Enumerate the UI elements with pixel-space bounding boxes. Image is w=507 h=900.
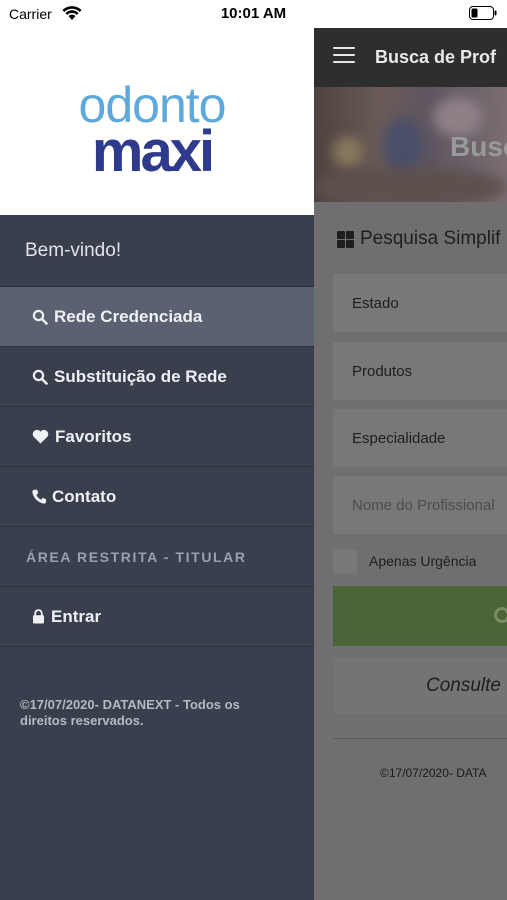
especialidade-select[interactable]: Especialidade: [333, 409, 507, 467]
page-title: Busca de Prof: [375, 47, 497, 67]
urgency-option: Apenas Urgência: [333, 549, 476, 573]
search-icon: [32, 369, 48, 385]
app-bar: Busca de Prof: [313, 26, 507, 87]
logo-area: odonto maxi: [0, 26, 314, 215]
status-bar: Carrier 10:01 AM: [0, 0, 507, 28]
professional-name-input[interactable]: Nome do Profissional: [333, 476, 507, 534]
restricted-area-heading: ÁREA RESTRITA - TITULAR: [0, 527, 314, 587]
search-header-label: Pesquisa Simplif: [360, 228, 501, 249]
nav-item-entrar[interactable]: Entrar: [0, 587, 314, 647]
divider: [333, 738, 507, 739]
heart-icon: [32, 429, 49, 444]
lock-icon: [33, 609, 44, 624]
nav-item-label: Entrar: [51, 606, 102, 626]
main-footer: ©17/07/2020- DATA: [380, 766, 487, 780]
phone-icon: [32, 489, 46, 504]
produtos-select[interactable]: Produtos: [333, 342, 507, 400]
search-icon: [494, 607, 507, 623]
search-button[interactable]: [333, 586, 507, 646]
copyright-footer: ©17/07/2020- DATANEXT - Todos os direito…: [20, 697, 240, 728]
nav-item-label: Substituição de Rede: [54, 366, 227, 386]
estado-select[interactable]: Estado: [333, 274, 507, 332]
search-icon: [32, 309, 48, 325]
urgency-label: Apenas Urgência: [369, 553, 477, 569]
main-content: Busca de Prof Busc Pesquisa Simplif Esta…: [313, 26, 507, 900]
svg-text:maxi: maxi: [92, 119, 212, 184]
consult-button[interactable]: Consulte: [333, 658, 507, 714]
grid-icon: [337, 230, 354, 248]
nav-item-label: Contato: [52, 486, 117, 506]
clock: 10:01 AM: [220, 5, 287, 22]
side-drawer: odonto maxi Bem-vindo! Rede Credenciada …: [0, 26, 314, 900]
nav-item-label: Rede Credenciada: [54, 306, 203, 326]
nav-item-contato[interactable]: Contato: [0, 467, 314, 527]
hero-title: Busc: [450, 131, 507, 162]
hero-banner: Busc: [313, 87, 507, 202]
welcome-message: Bem-vindo!: [0, 215, 314, 287]
odontomaxi-logo: odonto maxi: [79, 77, 227, 184]
hamburger-menu-icon[interactable]: [333, 47, 355, 65]
nav-item-favoritos[interactable]: Favoritos: [0, 407, 314, 467]
nav-item-rede-credenciada[interactable]: Rede Credenciada: [0, 287, 314, 347]
battery-icon: [469, 6, 497, 20]
nav-item-label: Favoritos: [55, 426, 132, 446]
search-header: Pesquisa Simplif: [337, 228, 500, 250]
nav-item-substituicao-de-rede[interactable]: Substituição de Rede: [0, 347, 314, 407]
urgency-checkbox[interactable]: [333, 549, 357, 573]
